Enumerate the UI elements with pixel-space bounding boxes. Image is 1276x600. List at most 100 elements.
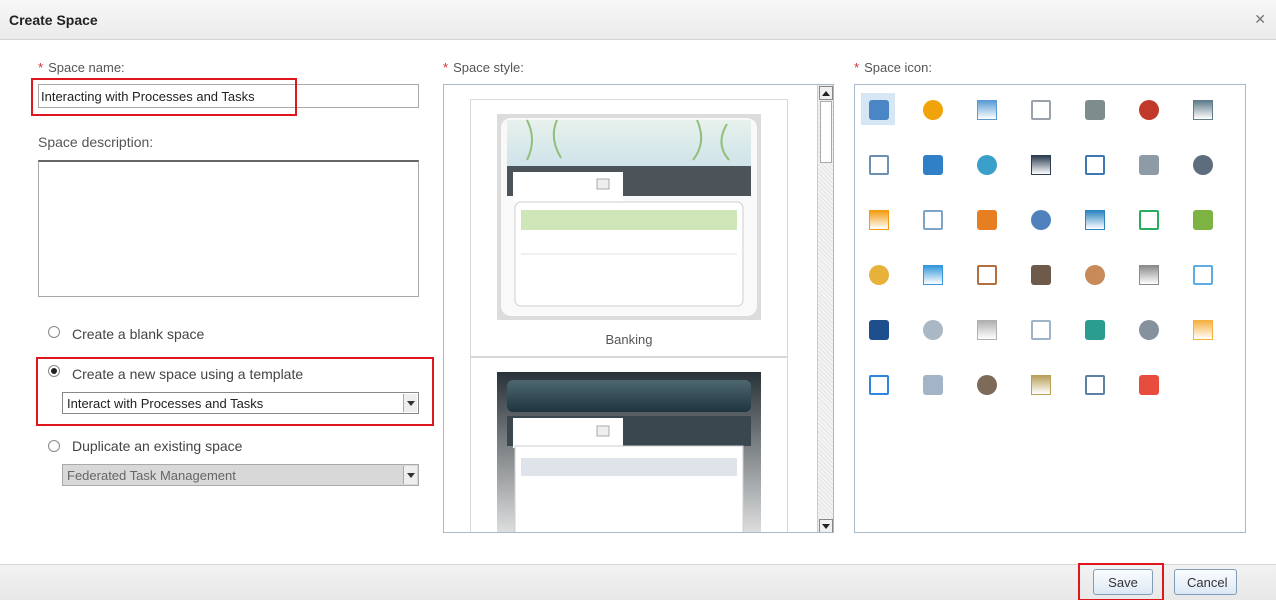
- monitor-icon-shape: [1085, 155, 1105, 175]
- highlight-space-name: [31, 78, 297, 116]
- cart-icon-shape: [1139, 320, 1159, 340]
- globe-icon[interactable]: [915, 258, 949, 290]
- service-bell-icon[interactable]: [1023, 93, 1057, 125]
- radio-blank-space[interactable]: [48, 326, 60, 338]
- pie-chart-icon[interactable]: [861, 203, 895, 235]
- globe-server-icon[interactable]: [1077, 203, 1111, 235]
- file-icon-shape: [977, 320, 997, 340]
- line-chart-icon[interactable]: [915, 313, 949, 345]
- database-icon[interactable]: [1185, 148, 1219, 180]
- area-chart-icon[interactable]: [861, 258, 895, 290]
- phone-icon[interactable]: [1023, 148, 1057, 180]
- clock-icon-shape: [923, 155, 943, 175]
- car-icon[interactable]: [861, 148, 895, 180]
- columns-icon-shape: [1031, 210, 1051, 230]
- users-icon[interactable]: [969, 368, 1003, 400]
- shopping-bag-icon[interactable]: [1185, 313, 1219, 345]
- books-icon[interactable]: [1131, 93, 1165, 125]
- style-scrollbar[interactable]: [817, 85, 833, 532]
- scroll-down-icon[interactable]: [819, 519, 833, 532]
- mail-icon[interactable]: [1023, 313, 1057, 345]
- document-icon[interactable]: [915, 203, 949, 235]
- column-chart-icon[interactable]: [861, 368, 895, 400]
- scroll-thumb[interactable]: [820, 101, 832, 163]
- user-list-icon[interactable]: [1131, 258, 1165, 290]
- phone-icon-shape: [1031, 155, 1051, 175]
- space-description-input[interactable]: [38, 160, 419, 297]
- user-female-icon[interactable]: [1023, 258, 1057, 290]
- space-description-label: Space description:: [38, 134, 154, 150]
- pie-chart-icon-shape: [869, 210, 889, 230]
- dialog-title: Create Space: [9, 12, 98, 28]
- radio-template-space[interactable]: [48, 365, 60, 377]
- org-chart-icon-shape: [1085, 320, 1105, 340]
- scroll-up-icon[interactable]: [819, 86, 833, 100]
- table-icon[interactable]: [915, 368, 949, 400]
- calculator-icon[interactable]: [1185, 93, 1219, 125]
- warning-icon-shape: [923, 100, 943, 120]
- laptop-icon[interactable]: [861, 313, 895, 345]
- user-bald-icon[interactable]: [1077, 258, 1111, 290]
- style-card-dark[interactable]: [470, 357, 788, 532]
- space-icon-label: * Space icon:: [854, 60, 932, 75]
- user-icon[interactable]: [969, 258, 1003, 290]
- org-chart-icon[interactable]: [1077, 313, 1111, 345]
- id-card-icon[interactable]: [1131, 148, 1165, 180]
- id-card-icon-shape: [1139, 155, 1159, 175]
- shopping-bag-icon-shape: [1193, 320, 1213, 340]
- workflow-icon[interactable]: [969, 148, 1003, 180]
- warning-icon[interactable]: [915, 93, 949, 125]
- database-icon-shape: [1193, 155, 1213, 175]
- radio-duplicate-space-label: Duplicate an existing space: [72, 438, 243, 454]
- user-icon-shape: [977, 265, 997, 285]
- space-icon-grid: [854, 84, 1246, 533]
- layout-icon[interactable]: [861, 93, 895, 125]
- space-style-label: * Space style:: [443, 60, 524, 75]
- compass-icon[interactable]: [1131, 368, 1165, 400]
- clipboard-icon[interactable]: [1023, 368, 1057, 400]
- columns-icon[interactable]: [1023, 203, 1057, 235]
- rss-feed-icon[interactable]: [969, 203, 1003, 235]
- template-select[interactable]: Interact with Processes and Tasks: [62, 392, 419, 414]
- car-icon-shape: [869, 155, 889, 175]
- workflow-icon-shape: [977, 155, 997, 175]
- network-icon-shape: [1139, 210, 1159, 230]
- basket-icon-shape: [1193, 265, 1213, 285]
- chevron-down-icon: [403, 394, 417, 412]
- compass-icon-shape: [1139, 375, 1159, 395]
- highlight-save: [1078, 563, 1164, 600]
- cart-icon[interactable]: [1131, 313, 1165, 345]
- home-icon[interactable]: [1185, 203, 1219, 235]
- dialog-titlebar: Create Space ✕: [0, 0, 1276, 40]
- style-thumbnail: [497, 372, 761, 532]
- radio-template-space-label: Create a new space using a template: [72, 366, 304, 382]
- cancel-button[interactable]: Cancel: [1174, 569, 1237, 595]
- network-icon[interactable]: [1131, 203, 1165, 235]
- close-icon[interactable]: ✕: [1254, 11, 1266, 28]
- radio-duplicate-space[interactable]: [48, 440, 60, 452]
- line-chart-icon-shape: [923, 320, 943, 340]
- user-list-icon-shape: [1139, 265, 1159, 285]
- style-card-label: Banking: [605, 332, 653, 347]
- clock-icon[interactable]: [915, 148, 949, 180]
- calculator-icon-shape: [1193, 100, 1213, 120]
- mail-icon-shape: [1031, 320, 1051, 340]
- briefcase-icon[interactable]: [1077, 93, 1111, 125]
- truck-icon-shape: [1085, 375, 1105, 395]
- globe-icon-shape: [923, 265, 943, 285]
- books-icon-shape: [1139, 100, 1159, 120]
- truck-icon[interactable]: [1077, 368, 1111, 400]
- layout-icon-shape: [869, 100, 889, 120]
- space-style-list[interactable]: Banking: [443, 84, 834, 533]
- users-icon-shape: [977, 375, 997, 395]
- column-chart-icon-shape: [869, 375, 889, 395]
- basket-icon[interactable]: [1185, 258, 1219, 290]
- radio-blank-space-label: Create a blank space: [72, 326, 205, 342]
- user-female-icon-shape: [1031, 265, 1051, 285]
- monitor-icon[interactable]: [1077, 148, 1111, 180]
- bar-chart-icon[interactable]: [969, 93, 1003, 125]
- style-card-banking[interactable]: Banking: [470, 99, 788, 357]
- file-icon[interactable]: [969, 313, 1003, 345]
- rss-feed-icon-shape: [977, 210, 997, 230]
- briefcase-icon-shape: [1085, 100, 1105, 120]
